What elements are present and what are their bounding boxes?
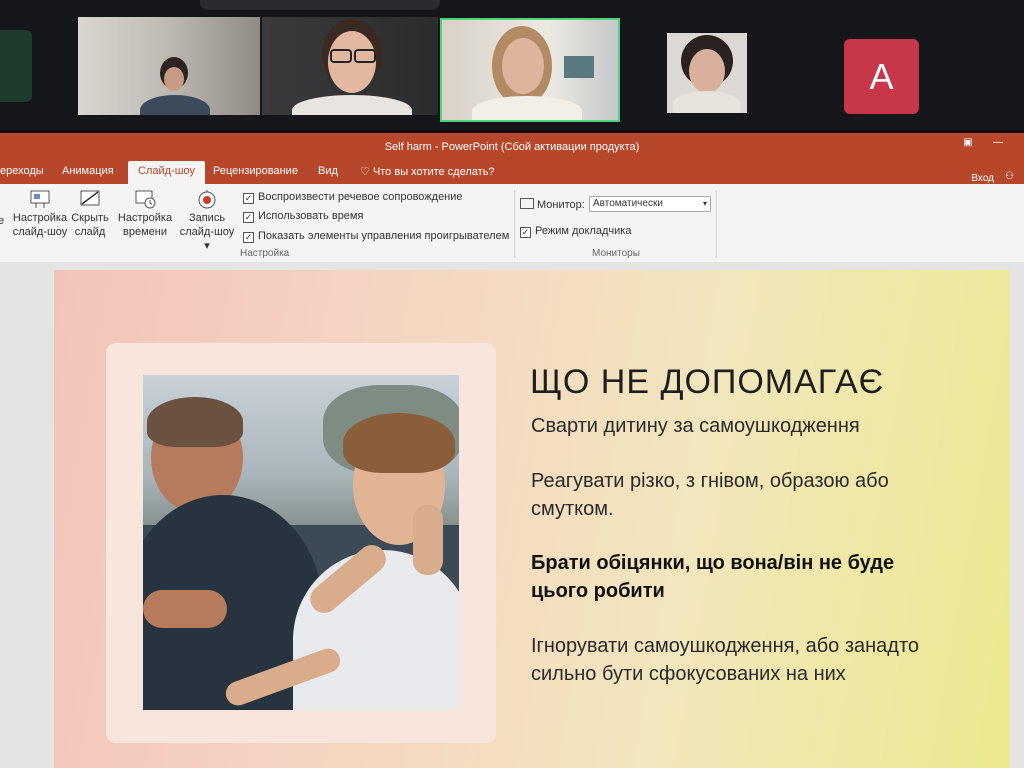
slide-title[interactable]: ЩО НЕ ДОПОМАГАЄ [530, 363, 884, 402]
tab-transitions[interactable]: ереходы [0, 165, 44, 177]
father-and-teen-son-photo[interactable] [143, 375, 459, 710]
hide-slide-label-1: Скрыть [71, 212, 109, 224]
rehearse-timings-button[interactable]: Настройка времени [116, 188, 174, 239]
setup-slideshow-label-1: Настройка [12, 212, 68, 224]
zoom-participant-strip: A [0, 0, 1024, 130]
tab-slideshow[interactable]: Слайд-шоу [128, 161, 206, 184]
participant-video-4[interactable] [667, 33, 747, 113]
minimize-icon[interactable]: — [990, 137, 1006, 151]
record-slideshow-label-2: слайд-шоу ▾ [179, 226, 235, 252]
tab-view[interactable]: Вид [318, 165, 338, 177]
hide-slide-button[interactable]: Скрыть слайд [68, 188, 112, 239]
use-timings-label: Использовать время [258, 210, 364, 222]
checkbox-checked-icon: ✓ [243, 232, 254, 243]
record-slideshow-label-1: Запись [188, 212, 226, 224]
show-media-controls-label: Показать элементы управления проигрывате… [258, 230, 510, 242]
monitor-select[interactable]: Автоматически ▾ [589, 196, 711, 212]
record-icon [195, 188, 219, 209]
share-user-icon[interactable]: ⚇ [1005, 171, 1014, 182]
slide-bullet-3[interactable]: Брати обіцянки, що вона/він не буде цьог… [531, 549, 931, 605]
tab-animations[interactable]: Анимация [62, 165, 114, 177]
hide-slide-icon [78, 188, 102, 208]
ribbon-slideshow: е Настройка слайд-шоу Скрыть слайд Настр… [0, 184, 1024, 263]
chevron-down-icon: ▾ [702, 199, 707, 208]
zoom-edge-tile[interactable] [0, 30, 32, 102]
monitor-label: Монитор: [537, 199, 585, 211]
participant-avatar-5[interactable]: A [844, 39, 919, 114]
ribbon-display-options-icon[interactable]: ▣ [960, 137, 976, 151]
tab-review[interactable]: Рецензирование [213, 165, 298, 177]
checkbox-checked-icon: ✓ [243, 212, 254, 223]
presenter-view-checkbox[interactable]: ✓ Режим докладчика [520, 224, 631, 238]
presenter-view-label: Режим докладчика [535, 225, 632, 237]
group-setup-label: Настройка [240, 248, 290, 259]
window-title: Self harm - PowerPoint (Сбой активации п… [384, 141, 640, 153]
participant-video-1[interactable] [78, 17, 260, 115]
rehearse-timings-icon [133, 188, 157, 209]
rehearse-timings-label-1: Настройка [117, 212, 173, 224]
slide-bullet-1[interactable]: Сварти дитину за самоушкодження [531, 412, 931, 440]
ribbon-cut-off-button[interactable]: е [0, 214, 6, 228]
slide-bullet-4[interactable]: Ігнорувати самоушкодження, або занадто с… [531, 632, 941, 688]
slide-bullet-2[interactable]: Реагувати різко, з гнівом, образою або с… [531, 467, 931, 523]
powerpoint-titlebar: Self harm - PowerPoint (Сбой активации п… [0, 133, 1024, 159]
play-narrations-label: Воспроизвести речевое сопровождение [258, 191, 463, 203]
tell-me-box[interactable]: ♡ Что вы хотите сделать? [360, 165, 495, 178]
hide-slide-label-2: слайд [74, 226, 106, 238]
use-timings-checkbox[interactable]: ✓ Использовать время [243, 209, 363, 223]
record-slideshow-button[interactable]: Запись слайд-шоу ▾ [176, 188, 238, 253]
ribbon-separator [514, 190, 515, 258]
ribbon-tab-bar: ереходы Анимация Слайд-шоу Рецензировани… [0, 159, 1024, 184]
slideshow-setup-icon [28, 188, 52, 208]
ribbon-separator [716, 190, 717, 258]
participant-video-3-active-speaker[interactable] [440, 18, 620, 122]
monitor-select-value: Автоматически [593, 198, 663, 209]
group-monitors-label: Мониторы [592, 248, 640, 259]
setup-slideshow-label-2: слайд-шоу [12, 226, 68, 238]
zoom-top-bar [200, 0, 440, 10]
play-narrations-checkbox[interactable]: ✓ Воспроизвести речевое сопровождение [243, 190, 463, 204]
show-media-controls-checkbox[interactable]: ✓ Показать элементы управления проигрыват… [243, 229, 509, 243]
monitor-row: Монитор: [520, 198, 585, 212]
sign-in-link[interactable]: Вход [971, 173, 994, 184]
participant-video-2[interactable] [262, 17, 438, 115]
setup-slideshow-button[interactable]: Настройка слайд-шоу [12, 188, 68, 239]
lightbulb-icon: ♡ [360, 166, 370, 178]
rehearse-timings-label-2: времени [123, 226, 167, 238]
monitor-icon [520, 198, 534, 209]
tell-me-text: Что вы хотите сделать? [372, 166, 495, 178]
checkbox-checked-icon: ✓ [520, 227, 531, 238]
checkbox-checked-icon: ✓ [243, 193, 254, 204]
